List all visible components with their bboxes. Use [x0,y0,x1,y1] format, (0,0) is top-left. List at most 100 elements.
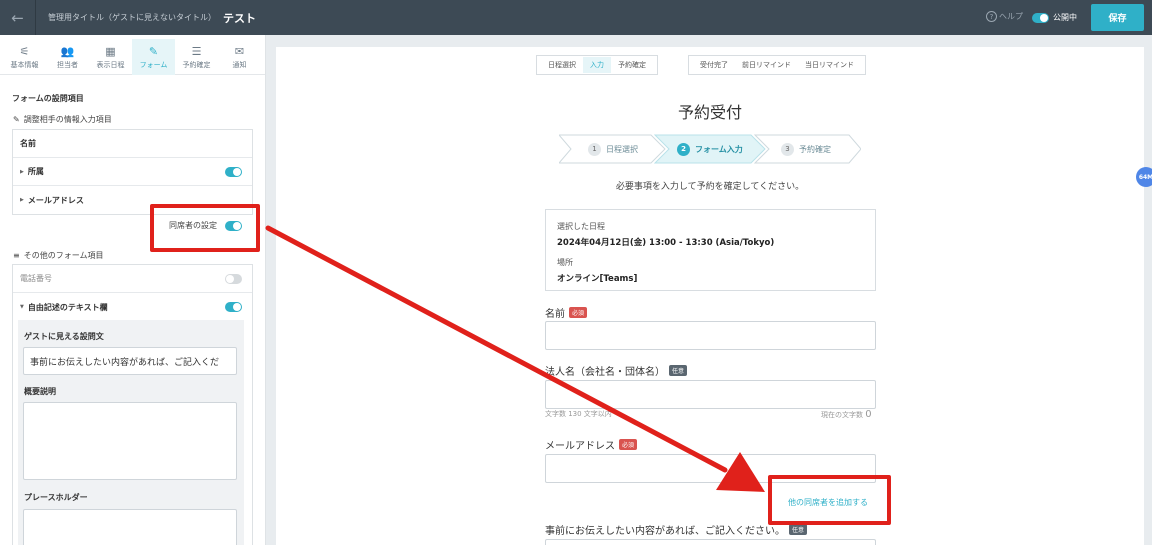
highlight-add-attendee-link [768,475,891,525]
free-text-toggle[interactable] [225,302,242,312]
tab-schedule-select[interactable]: 日程選択 [541,57,583,73]
step-number: 2 [677,142,690,156]
publish-status: 公開中 [1032,12,1077,23]
summary-label: 概要説明 [24,387,56,396]
preview-tabs-notify: 受付完了 前日リマインド 当日リマインド [688,55,866,75]
calendar-icon: ▦ [105,44,116,58]
tab-display-schedule[interactable]: ▦ 表示日程 [89,39,132,75]
contact-section-label: 調整相手の情報入力項目 [23,115,112,124]
contact-items-list: 名前 ▶ 所属 ▶ メールアドレス [12,129,253,215]
list-item[interactable]: ▼ 自由記述のテキスト欄 [13,293,252,321]
summary-textarea[interactable] [23,402,237,480]
email-field-label: メールアドレス 必須 [545,437,638,452]
tab-booking-confirm[interactable]: ☰ 予約確定 [175,39,218,75]
save-button[interactable]: 保存 [1091,4,1144,31]
step-number: 1 [588,142,601,156]
required-badge: 必須 [619,439,638,450]
list-item[interactable]: ▶ 所属 [13,158,252,186]
caret-down-icon: ▼ [20,304,24,310]
edit-list-icon: ✎ [13,115,20,124]
tab-label: 表示日程 [96,60,125,69]
page-title[interactable]: テスト [223,10,256,26]
item-label: 名前 [20,139,36,148]
guest-question-input[interactable]: 事前にお伝えしたい内容があれば、ご記入くだ [23,347,237,375]
caret-right-icon: ▶ [20,168,24,175]
item-label: 自由記述のテキスト欄 [27,302,108,312]
step-label: フォーム入力 [695,144,743,154]
char-count-value: 0 [865,409,872,420]
selected-schedule-card: 選択した日程 2024年04月12日(金) 13:00 - 13:30 (Asi… [545,209,876,291]
tab-received[interactable]: 受付完了 [693,57,735,73]
other-section-title: ≡ その他のフォーム項目 [13,250,103,261]
tab-label: 担当者 [57,60,78,69]
tab-confirm[interactable]: 予約確定 [611,57,653,73]
step-label: 予約確定 [799,144,831,154]
checklist-icon: ☰ [191,44,202,58]
company-label: 法人名（会社名・団体名） [545,367,665,378]
page-headline: 予約受付 [677,103,742,122]
highlight-attendee-setting [150,204,260,252]
top-bar: ← 管理用タイトル（ゲストに見えないタイトル） テスト ? ヘルプ 公開中 保存 [0,0,1152,35]
char-count: 現在の文字数 0 [821,409,872,420]
arrow-left-icon: ← [11,8,24,27]
name-field-label: 名前 必須 [545,305,588,320]
tab-label: 通知 [232,60,247,69]
tab-input[interactable]: 入力 [583,57,611,73]
free-text-input[interactable] [545,539,876,545]
schedule-label: 選択した日程 [557,222,605,231]
list-item[interactable]: 電話番号 [13,265,252,293]
tab-form[interactable]: ✎ フォーム [132,39,175,75]
tab-assignee[interactable]: 👥 担当者 [46,39,89,75]
optional-badge: 任意 [789,524,808,535]
contact-section-title: ✎ 調整相手の情報入力項目 [13,114,112,125]
item-label: 所属 [27,167,44,176]
users-icon: 👥 [60,44,75,58]
help-icon: ? [986,11,997,22]
affiliation-toggle[interactable] [225,166,242,177]
location-value: オンライン[Teams] [557,274,638,284]
name-label: 名前 [545,309,565,320]
tab-same-day-remind[interactable]: 当日リマインド [798,57,861,73]
optional-badge: 任意 [669,365,688,376]
placeholder-textarea[interactable] [23,509,237,545]
sliders-icon: ⚟ [19,44,30,58]
help-link[interactable]: ? ヘルプ [986,11,1023,22]
location-label: 場所 [557,258,573,267]
company-input[interactable] [545,380,876,409]
tab-label: 基本情報 [10,60,39,69]
required-badge: 必須 [569,307,588,318]
email-label: メールアドレス [545,441,615,452]
schedule-value: 2024年04月12日(金) 13:00 - 13:30 (Asia/Tokyo… [557,238,775,248]
list-icon: ≡ [13,251,20,260]
publish-label: 公開中 [1053,13,1077,22]
step-form-input: 2 フォーム入力 [677,134,743,164]
list-item[interactable]: 名前 [13,130,252,158]
tab-basic-info[interactable]: ⚟ 基本情報 [3,39,46,75]
caret-right-icon: ▶ [20,197,24,203]
preview-tabs-input: 日程選択 入力 予約確定 [536,55,658,75]
mail-icon: ✉ [234,44,245,58]
tab-label: フォーム [139,60,168,69]
help-label: ヘルプ [999,12,1023,21]
phone-toggle[interactable] [225,273,242,284]
admin-title-label: 管理用タイトル（ゲストに見えないタイトル） [48,13,216,22]
publish-toggle[interactable] [1032,12,1049,23]
name-input[interactable] [545,321,876,350]
back-button[interactable]: ← [0,0,36,35]
form-icon: ✎ [148,44,159,58]
step-number: 3 [781,142,794,156]
scroll-indicator-badge: 64M [1136,167,1152,187]
char-count-label: 現在の文字数 [821,411,863,419]
tab-label: 予約確定 [182,60,211,69]
other-section-label: その他のフォーム項目 [23,251,104,260]
tab-notification[interactable]: ✉ 通知 [218,39,261,75]
item-label: 電話番号 [20,274,52,283]
preview-panel: 日程選択 入力 予約確定 受付完了 前日リマインド 当日リマインド 予約受付 1… [276,47,1144,545]
step-confirm: 3 予約確定 [781,134,831,164]
char-limit-note: 文字数 130 文字以内 [545,410,612,418]
instruction-text: 必要事項を入力して予約を確定してください。 [615,182,805,192]
company-field-label: 法人名（会社名・団体名） 任意 [545,363,688,378]
item-label: メールアドレス [27,195,84,205]
placeholder-label: プレースホルダー [24,493,88,502]
tab-day-before-remind[interactable]: 前日リマインド [735,57,798,73]
